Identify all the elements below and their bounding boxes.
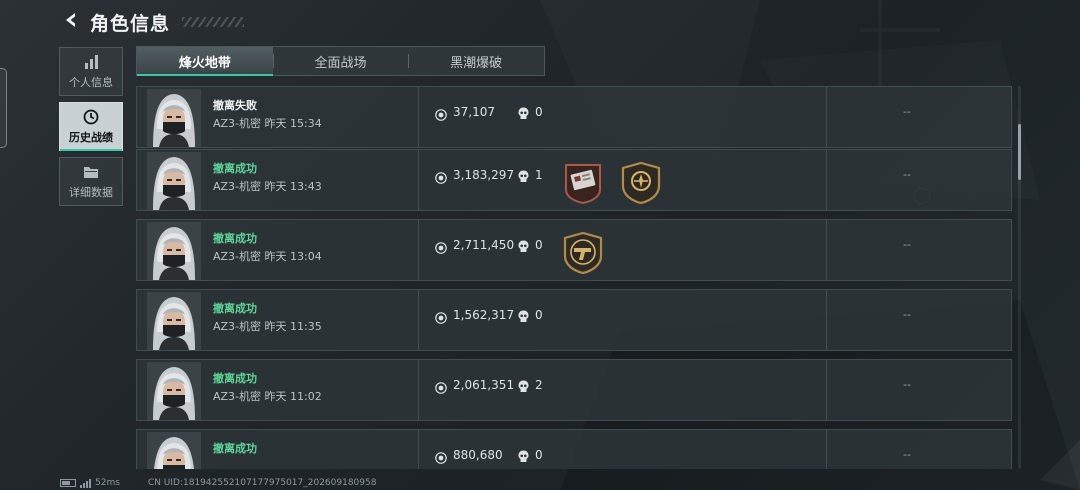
- money-value: 880,680: [453, 448, 503, 462]
- match-info: AZ3-机密 昨天 11:35: [213, 320, 322, 333]
- extra-value: --: [903, 105, 911, 118]
- money-value: 3,183,297: [453, 168, 515, 182]
- avatar: [147, 432, 201, 469]
- money-icon: [435, 169, 447, 184]
- tab-hazard-zone[interactable]: 烽火地带: [137, 47, 273, 76]
- column-divider: [418, 360, 419, 420]
- table-row[interactable]: 撤离成功 AZ3-机密 昨天 11:02 2,061,351 2 --: [136, 359, 1012, 421]
- money-value: 37,107: [453, 105, 495, 119]
- skull-icon: [518, 105, 529, 119]
- extraction-status: 撤离成功: [213, 302, 257, 315]
- table-row[interactable]: 撤离失败 AZ3-机密 昨天 15:34 37,107 0 --: [136, 86, 1012, 148]
- tab-black-tide[interactable]: 黑潮爆破: [408, 47, 544, 75]
- column-divider: [826, 430, 827, 469]
- back-button[interactable]: [58, 9, 84, 35]
- money-icon: [435, 449, 447, 464]
- avatar: [147, 362, 201, 420]
- kill-count: 0: [535, 238, 543, 252]
- status-footer: 52ms CN UID:181942552107177975017_202609…: [60, 478, 376, 488]
- folder-icon: [83, 163, 99, 181]
- ping-text: 52ms: [95, 478, 120, 488]
- table-row[interactable]: 撤离成功 880,680 0 --: [136, 429, 1012, 469]
- avatar: [147, 152, 201, 210]
- kill-count: 0: [535, 448, 543, 462]
- match-info: AZ3-机密 昨天 11:02: [213, 390, 322, 403]
- sidebar-item-personal-info[interactable]: 个人信息: [59, 47, 123, 96]
- money-icon: [435, 379, 447, 394]
- extraction-status: 撤离失败: [213, 99, 257, 112]
- extraction-status: 撤离成功: [213, 162, 257, 175]
- match-info: AZ3-机密 昨天 13:04: [213, 250, 322, 263]
- money-value: 2,711,450: [453, 238, 515, 252]
- money-value: 2,061,351: [453, 378, 515, 392]
- kill-count: 0: [535, 308, 543, 322]
- avatar: [147, 292, 201, 350]
- column-divider: [826, 87, 827, 147]
- bar-chart-icon: [83, 53, 99, 71]
- avatar: [147, 89, 201, 147]
- clock-icon: [83, 108, 99, 126]
- sidebar-item-label: 个人信息: [69, 76, 113, 89]
- edge-handle[interactable]: [0, 68, 7, 148]
- column-divider: [418, 87, 419, 147]
- skull-icon: [518, 448, 529, 462]
- column-divider: [826, 220, 827, 280]
- extraction-status: 撤离成功: [213, 232, 257, 245]
- skull-icon: [518, 168, 529, 182]
- battery-icon: [60, 479, 76, 487]
- avatar: [147, 222, 201, 280]
- uid-text: CN UID:181942552107177975017_20260918095…: [147, 478, 377, 488]
- kill-count: 0: [535, 105, 543, 119]
- money-icon: [435, 239, 447, 254]
- money-value: 1,562,317: [453, 308, 515, 322]
- match-info: AZ3-机密 昨天 13:43: [213, 180, 322, 193]
- gold-emblem-badge-icon: [621, 162, 661, 204]
- table-row[interactable]: 撤离成功 AZ3-机密 昨天 13:43 3,183,297 1 --: [136, 149, 1012, 211]
- mode-tabs: 烽火地带 全面战场 黑潮爆破: [136, 46, 545, 76]
- signal-icon: [80, 478, 91, 488]
- skull-icon: [518, 238, 529, 252]
- scroll-thumb[interactable]: [1018, 124, 1021, 180]
- column-divider: [418, 430, 419, 469]
- page-header: 角色信息: [58, 8, 245, 36]
- gold-pistol-badge-icon: [563, 232, 603, 274]
- column-divider: [418, 150, 419, 210]
- title-decoration: [182, 17, 245, 27]
- extra-value: --: [903, 168, 911, 181]
- red-card-badge-icon: [563, 162, 603, 204]
- column-divider: [418, 290, 419, 350]
- extra-value: --: [903, 308, 911, 321]
- extra-value: --: [903, 238, 911, 251]
- table-row[interactable]: 撤离成功 AZ3-机密 昨天 11:35 1,562,317 0 --: [136, 289, 1012, 351]
- column-divider: [826, 150, 827, 210]
- skull-icon: [518, 378, 529, 392]
- extra-value: --: [903, 378, 911, 391]
- sidebar-item-label: 历史战绩: [69, 131, 113, 144]
- match-info: AZ3-机密 昨天 15:34: [213, 117, 322, 130]
- column-divider: [826, 290, 827, 350]
- money-icon: [435, 309, 447, 324]
- sidebar-item-history[interactable]: 历史战绩: [59, 102, 123, 151]
- scrollbar[interactable]: [1018, 86, 1021, 469]
- kill-count: 1: [535, 168, 543, 182]
- sidebar-item-label: 详细数据: [69, 186, 113, 199]
- column-divider: [826, 360, 827, 420]
- chevron-left-icon: [61, 10, 81, 34]
- extraction-status: 撤离成功: [213, 372, 257, 385]
- page-title: 角色信息: [90, 12, 171, 35]
- extra-value: --: [903, 448, 911, 461]
- table-row[interactable]: 撤离成功 AZ3-机密 昨天 13:04 2,711,450 0 --: [136, 219, 1012, 281]
- sidebar-item-detailed-data[interactable]: 详细数据: [59, 157, 123, 206]
- match-history-list[interactable]: 撤离失败 AZ3-机密 昨天 15:34 37,107 0 -- 撤离成功 AZ3-机密 昨…: [136, 86, 1012, 469]
- column-divider: [418, 220, 419, 280]
- extraction-status: 撤离成功: [213, 442, 257, 455]
- money-icon: [435, 106, 447, 121]
- skull-icon: [518, 308, 529, 322]
- kill-count: 2: [535, 378, 543, 392]
- tab-full-battlefield[interactable]: 全面战场: [272, 47, 409, 75]
- sidebar: 个人信息 历史战绩 详细数据: [59, 47, 123, 212]
